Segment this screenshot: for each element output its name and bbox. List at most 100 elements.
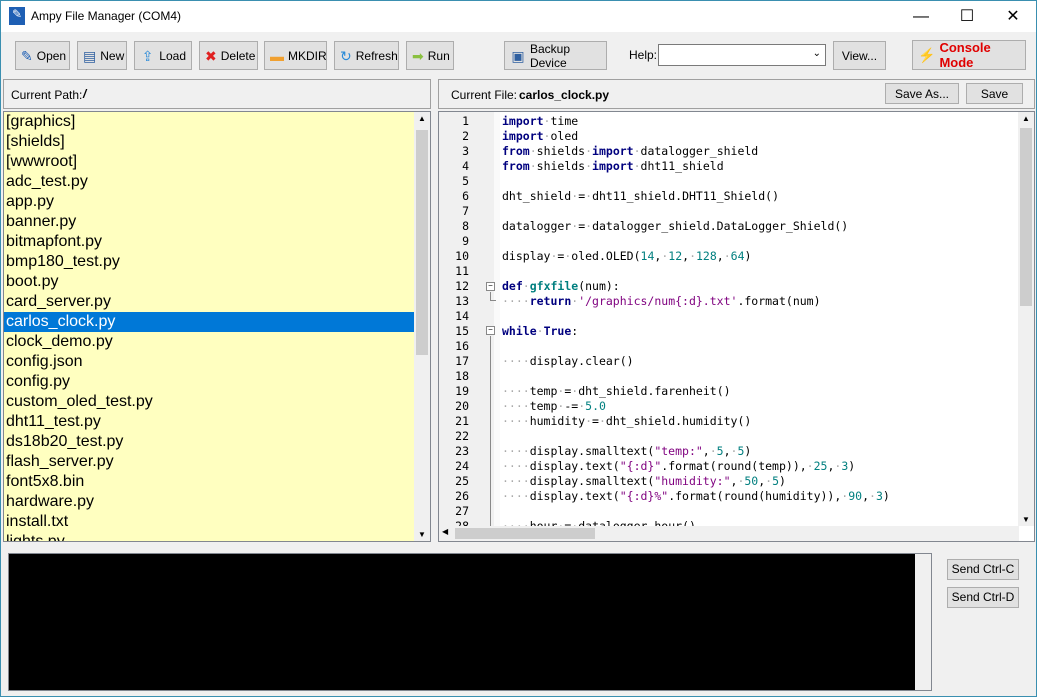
toolbar-button-open[interactable]: ✎ Open xyxy=(15,41,70,70)
console-mode-button[interactable]: ⚡ Console Mode xyxy=(912,40,1026,70)
line-number: 24 xyxy=(455,459,469,473)
fold-toggle-icon[interactable]: − xyxy=(486,326,495,335)
file-list-item[interactable]: bmp180_test.py xyxy=(4,252,414,272)
file-list-item[interactable]: config.py xyxy=(4,372,414,392)
file-list[interactable]: [graphics] [shields] [wwwroot] adc_test.py a… xyxy=(3,111,431,542)
code-line: ····display.text("{:d}%".format(round(hu… xyxy=(502,489,890,504)
code-token: · xyxy=(529,159,537,173)
delete-icon: ✖ xyxy=(205,47,217,64)
code-token: display.text( xyxy=(529,459,620,473)
code-line: def·gfxfile(num): xyxy=(502,279,620,294)
code-token: "humidity:" xyxy=(654,474,731,488)
file-list-item[interactable]: [graphics] xyxy=(4,112,414,132)
scroll-down-icon[interactable]: ▼ xyxy=(1022,515,1030,524)
code-token: · xyxy=(633,159,641,173)
scroll-thumb[interactable] xyxy=(416,130,428,355)
console-scrollbar[interactable] xyxy=(915,554,931,690)
code-editor[interactable]: 1 2 3 4 5 6 7 8 9 10 11 12 13 14 15 16 17 18 19 20 21 22 23 24 2… xyxy=(438,111,1035,542)
file-list-item[interactable]: [wwwroot] xyxy=(4,152,414,172)
file-list-item[interactable]: font5x8.bin xyxy=(4,472,414,492)
minimize-button[interactable]: — xyxy=(898,1,944,32)
file-list-item[interactable]: hardware.py xyxy=(4,492,414,512)
file-list-item[interactable]: carlos_clock.py xyxy=(4,312,414,332)
new-file-icon: ▤ xyxy=(83,47,97,64)
code-line: from·shields·import·dht11_shield xyxy=(502,159,724,174)
button-label: Refresh xyxy=(355,48,398,63)
editor-vscrollbar[interactable]: ▲ ▼ xyxy=(1018,112,1034,526)
toolbar-button-run[interactable]: ➡ Run xyxy=(406,41,454,70)
file-list-item[interactable]: ds18b20_test.py xyxy=(4,432,414,452)
code-line: dht_shield·=·dht11_shield.DHT11_Shield() xyxy=(502,189,779,204)
file-list-item[interactable]: lights.py xyxy=(4,532,414,541)
file-list-scrollbar[interactable]: ▲ ▼ xyxy=(414,112,430,541)
scroll-thumb[interactable] xyxy=(1020,128,1032,306)
scroll-up-icon[interactable]: ▲ xyxy=(418,114,426,123)
code-token: display.text( xyxy=(529,489,620,503)
help-dropdown[interactable]: ⌄ xyxy=(658,44,826,66)
send-ctrl-d-button[interactable]: Send Ctrl-D xyxy=(947,587,1019,608)
toolbar-button-load[interactable]: ⇪ Load xyxy=(134,41,192,70)
code-token: 25 xyxy=(813,459,828,473)
save-button[interactable]: Save xyxy=(966,83,1023,104)
folder-icon: ▬ xyxy=(270,47,284,64)
line-number: 21 xyxy=(455,414,469,428)
file-list-item[interactable]: clock_demo.py xyxy=(4,332,414,352)
code-line: ····display.smalltext("humidity:",·50,·5… xyxy=(502,474,786,489)
file-list-item[interactable]: install.txt xyxy=(4,512,414,532)
console-output[interactable] xyxy=(8,553,932,691)
code-token: True xyxy=(543,324,572,338)
maximize-button[interactable]: ☐ xyxy=(944,1,990,32)
code-token: · xyxy=(689,249,696,263)
backup-device-button[interactable]: ▣ Backup Device xyxy=(504,41,607,70)
toolbar-button-refresh[interactable]: ↻ Refresh xyxy=(334,41,399,70)
file-list-item[interactable]: config.json xyxy=(4,352,414,372)
floppy-disk-icon: ▣ xyxy=(511,47,525,64)
scroll-thumb[interactable] xyxy=(455,528,595,539)
toolbar-button-new[interactable]: ▤ New xyxy=(77,41,127,70)
toolbar-button-delete[interactable]: ✖ Delete xyxy=(199,41,258,70)
send-ctrl-c-button[interactable]: Send Ctrl-C xyxy=(947,559,1019,580)
code-token: shields xyxy=(536,144,586,158)
code-line: display·=·oled.OLED(14,·12,·128,·64) xyxy=(502,249,751,264)
code-token: , xyxy=(723,444,731,458)
file-list-item[interactable]: flash_server.py xyxy=(4,452,414,472)
line-number: 1 xyxy=(462,114,469,128)
code-token: ) xyxy=(882,489,890,503)
code-token: datalogger_shield.DataLogger_Shield() xyxy=(592,219,849,233)
file-list-item[interactable]: card_server.py xyxy=(4,292,414,312)
code-token: dht_shield.farenheit() xyxy=(578,384,731,398)
code-token: ···· xyxy=(502,399,530,413)
code-token: temp xyxy=(529,384,558,398)
code-token: : xyxy=(571,324,579,338)
code-token: · xyxy=(869,489,876,503)
file-list-item[interactable]: dht11_test.py xyxy=(4,412,414,432)
editor-hscrollbar[interactable]: ◀ xyxy=(439,526,1019,541)
code-token: datalogger_shield xyxy=(640,144,759,158)
scroll-left-icon[interactable]: ◀ xyxy=(442,527,448,536)
app-icon: ✎ xyxy=(9,7,25,25)
line-number: 3 xyxy=(462,144,469,158)
code-token: · xyxy=(709,444,717,458)
toolbar-button-mkdir[interactable]: ▬ MKDIR xyxy=(264,41,327,70)
code-line: ····humidity·=·dht_shield.humidity() xyxy=(502,414,751,429)
scroll-up-icon[interactable]: ▲ xyxy=(1022,114,1030,123)
scroll-down-icon[interactable]: ▼ xyxy=(418,530,426,539)
file-list-item[interactable]: boot.py xyxy=(4,272,414,292)
fold-toggle-icon[interactable]: − xyxy=(486,282,495,291)
file-list-item[interactable]: [shields] xyxy=(4,132,414,152)
save-as-button[interactable]: Save As... xyxy=(885,83,959,104)
code-line: ····display.text("{:d}".format(round(tem… xyxy=(502,459,855,474)
line-number: 15 xyxy=(455,324,469,338)
current-path-label: Current Path: xyxy=(11,88,83,102)
code-line: import·oled xyxy=(502,129,578,144)
file-list-item[interactable]: adc_test.py xyxy=(4,172,414,192)
file-list-item[interactable]: banner.py xyxy=(4,212,414,232)
file-list-item[interactable]: custom_oled_test.py xyxy=(4,392,414,412)
close-button[interactable]: ✕ xyxy=(990,1,1036,32)
code-token: · xyxy=(536,324,544,338)
file-list-item[interactable]: app.py xyxy=(4,192,414,212)
file-list-item[interactable]: bitmapfont.py xyxy=(4,232,414,252)
view-button[interactable]: View... xyxy=(833,41,886,70)
code-line: ····return·'/graphics/num{:d}.txt'.forma… xyxy=(502,294,821,309)
code-token: ···· xyxy=(502,459,530,473)
